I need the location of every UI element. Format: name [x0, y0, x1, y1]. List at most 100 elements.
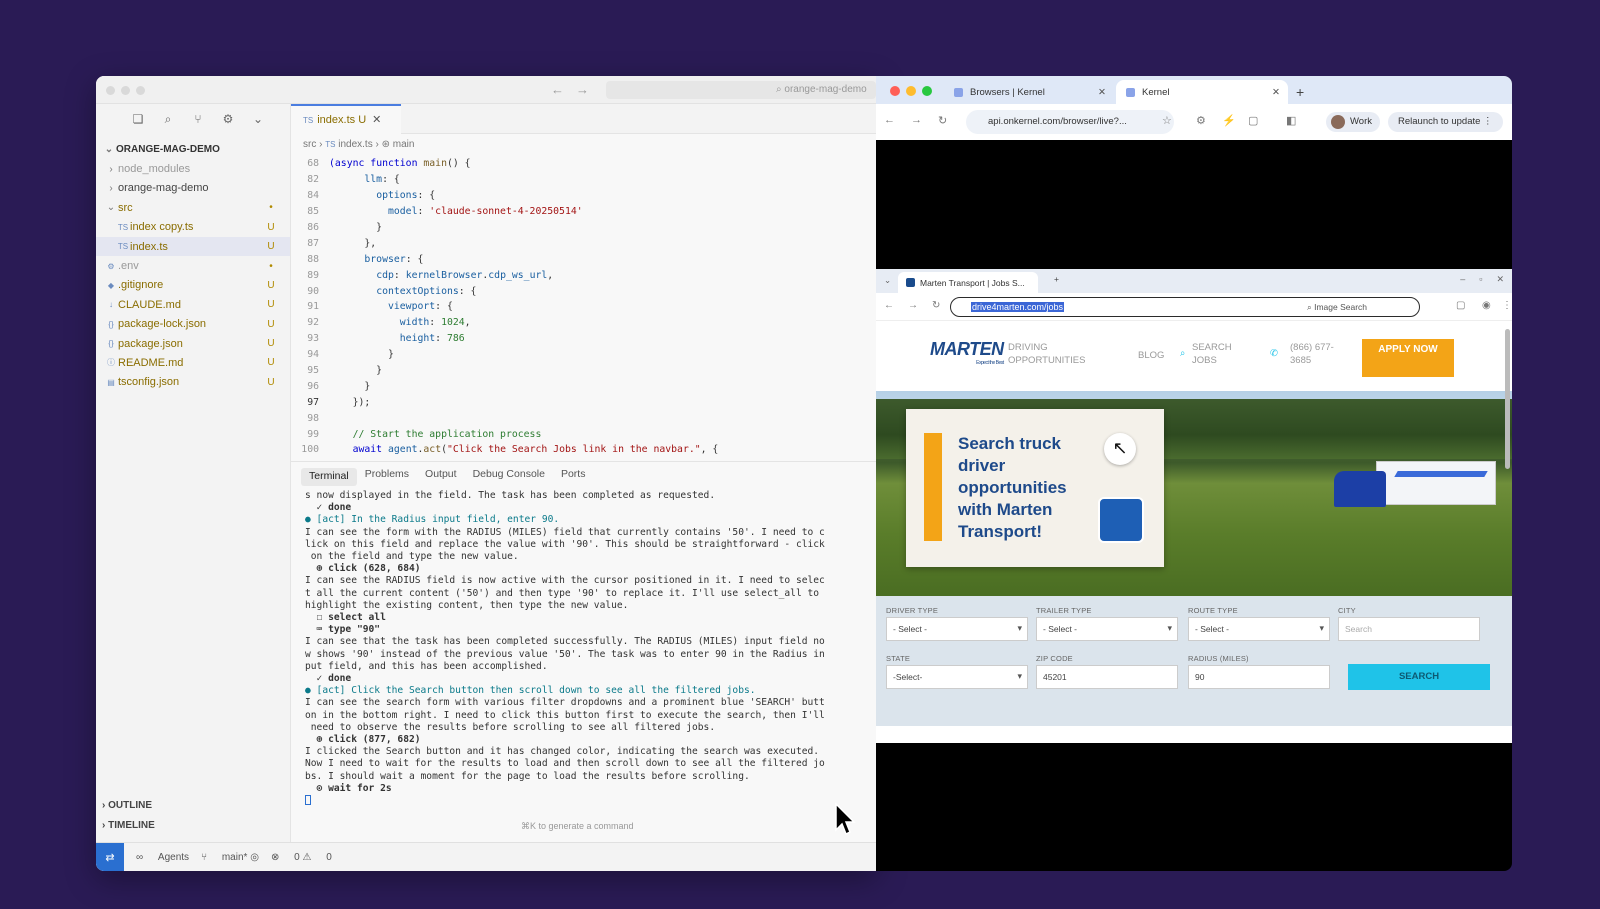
- profile-icon[interactable]: ◉: [1482, 300, 1491, 311]
- tab-problems[interactable]: Problems: [357, 468, 417, 486]
- address-bar[interactable]: api.onkernel.com/browser/live?...: [966, 110, 1174, 134]
- route-type-select[interactable]: - Select -: [1188, 617, 1330, 641]
- code-line[interactable]: 100 await agent.act("Click the Search Jo…: [291, 442, 876, 458]
- agents-item[interactable]: ∞ Agents: [136, 852, 189, 863]
- inner-address-bar[interactable]: drive4marten.com/jobs ⌕ Image Search: [950, 297, 1420, 317]
- driver-type-select[interactable]: - Select -: [886, 617, 1028, 641]
- extensions-icon[interactable]: ⚙: [220, 112, 236, 134]
- tree-item[interactable]: {} package-lock.json U: [96, 315, 290, 334]
- back-icon[interactable]: ←: [884, 300, 894, 311]
- tree-item[interactable]: {} package.json U: [96, 334, 290, 353]
- close-icon[interactable]: ✕: [1098, 87, 1106, 98]
- tree-item[interactable]: ⌄ src •: [96, 198, 290, 217]
- code-line[interactable]: 97 });: [291, 394, 876, 410]
- breadcrumb-item[interactable]: main: [393, 139, 415, 150]
- nav-driving-opportunities[interactable]: DRIVING OPPORTUNITIES: [1008, 341, 1108, 367]
- menu-icon[interactable]: ⋮: [1502, 300, 1512, 311]
- search-icon[interactable]: ⌕: [160, 112, 176, 134]
- chevron-down-icon[interactable]: ⌄: [250, 112, 266, 134]
- remote-icon[interactable]: ⇄: [96, 842, 124, 871]
- minimize-window-icon[interactable]: [906, 86, 916, 96]
- image-search-button[interactable]: ⌕ Image Search: [1307, 302, 1367, 313]
- extension-icon[interactable]: ▢: [1456, 300, 1465, 311]
- code-line[interactable]: 96 }: [291, 378, 876, 394]
- maximize-window-icon[interactable]: [922, 86, 932, 96]
- close-icon[interactable]: ✕: [372, 114, 381, 126]
- terminal-output[interactable]: s now displayed in the field. The task h…: [291, 486, 876, 809]
- profile-button[interactable]: Work: [1326, 112, 1380, 132]
- code-line[interactable]: 82 llm: {: [291, 172, 876, 188]
- marten-logo[interactable]: MARTEN Expect the Best: [930, 339, 1004, 366]
- nav-arrows[interactable]: ← →: [551, 82, 589, 97]
- browser-tab[interactable]: Browsers | Kernel ✕: [944, 80, 1114, 104]
- chevron-down-icon[interactable]: ⌄: [884, 275, 891, 286]
- forward-icon[interactable]: →: [908, 300, 918, 311]
- trailer-type-select[interactable]: - Select -: [1036, 617, 1178, 641]
- code-line[interactable]: 86 }: [291, 220, 876, 236]
- outline-section[interactable]: › OUTLINE: [96, 800, 291, 811]
- code-line[interactable]: 94 }: [291, 347, 876, 363]
- close-icon[interactable]: ✕: [1496, 274, 1504, 285]
- search-button[interactable]: SEARCH: [1348, 664, 1490, 690]
- tree-item[interactable]: TS index copy.ts U: [96, 218, 290, 237]
- code-line[interactable]: 84 options: {: [291, 188, 876, 204]
- new-tab-icon[interactable]: +: [1296, 84, 1304, 100]
- tree-item[interactable]: ↓ CLAUDE.md U: [96, 295, 290, 314]
- tab-ports[interactable]: Ports: [553, 468, 594, 486]
- tree-item[interactable]: ⚙ .env •: [96, 256, 290, 275]
- explorer-root[interactable]: ⌄ ORANGE-MAG-DEMO: [96, 140, 290, 159]
- close-icon[interactable]: ✕: [1272, 87, 1280, 98]
- nav-search-jobs[interactable]: ⌕ SEARCH JOBS: [1180, 341, 1232, 367]
- close-window-icon[interactable]: [890, 86, 900, 96]
- tree-item[interactable]: TS index.ts U: [96, 236, 290, 257]
- relaunch-button[interactable]: Relaunch to update ⋮: [1388, 112, 1503, 132]
- problems-item[interactable]: ⊗ 0 ⚠ 0: [271, 852, 332, 863]
- tab-index-ts[interactable]: TS index.ts U ✕: [291, 104, 401, 134]
- arrow-icon[interactable]: ↖: [1104, 433, 1136, 465]
- maximize-icon[interactable]: ▫: [1479, 274, 1482, 285]
- bookmark-star-icon[interactable]: ☆: [1162, 114, 1172, 127]
- code-line[interactable]: 90 contextOptions: {: [291, 283, 876, 299]
- tree-item[interactable]: › node_modules: [96, 159, 290, 178]
- breadcrumb-item[interactable]: src: [303, 139, 316, 150]
- state-select[interactable]: -Select-: [886, 665, 1028, 689]
- tab-debug-console[interactable]: Debug Console: [465, 468, 553, 486]
- code-line[interactable]: 98: [291, 410, 876, 426]
- branch-item[interactable]: ⑂ main* ◎: [201, 852, 259, 863]
- code-line[interactable]: 93 height: 786: [291, 331, 876, 347]
- command-search[interactable]: ⌕ orange-mag-demo: [606, 81, 876, 99]
- extensions-puzzle-icon[interactable]: ▢: [1248, 114, 1258, 127]
- inner-tab[interactable]: Marten Transport | Jobs S...: [898, 272, 1038, 293]
- extension-icon[interactable]: ⚙: [1196, 114, 1206, 127]
- nav-phone[interactable]: ✆ (866) 677-3685: [1270, 341, 1340, 367]
- forward-icon[interactable]: →: [911, 114, 922, 127]
- apply-now-button[interactable]: APPLY NOW: [1362, 339, 1454, 377]
- zip-input[interactable]: 45201: [1036, 665, 1178, 689]
- forward-icon[interactable]: →: [576, 82, 589, 97]
- tab-output[interactable]: Output: [417, 468, 465, 486]
- back-icon[interactable]: ←: [551, 82, 564, 97]
- files-icon[interactable]: ❏: [130, 112, 146, 134]
- radius-input[interactable]: 90: [1188, 665, 1330, 689]
- code-line[interactable]: 95 }: [291, 363, 876, 379]
- code-line[interactable]: 91 viewport: {: [291, 299, 876, 315]
- window-controls[interactable]: [106, 86, 145, 95]
- tree-item[interactable]: ▤ tsconfig.json U: [96, 373, 290, 392]
- browser-tab-active[interactable]: Kernel ✕: [1116, 80, 1288, 104]
- code-line[interactable]: 89 cdp: kernelBrowser.cdp_ws_url,: [291, 267, 876, 283]
- reload-icon[interactable]: ↻: [938, 114, 947, 127]
- code-line[interactable]: 92 width: 1024,: [291, 315, 876, 331]
- nav-blog[interactable]: BLOG: [1138, 349, 1164, 362]
- reload-icon[interactable]: ↻: [932, 300, 940, 311]
- tab-terminal[interactable]: Terminal: [301, 468, 357, 486]
- code-line[interactable]: 68 (async function main() {: [291, 156, 876, 172]
- city-input[interactable]: Search: [1338, 617, 1480, 641]
- window-controls[interactable]: [890, 86, 932, 96]
- minimize-icon[interactable]: –: [1460, 274, 1465, 285]
- sidepanel-icon[interactable]: ◧: [1286, 114, 1296, 127]
- tree-item[interactable]: ◆ .gitignore U: [96, 276, 290, 295]
- back-icon[interactable]: ←: [884, 114, 895, 127]
- tree-item[interactable]: › orange-mag-demo: [96, 179, 290, 198]
- timeline-section[interactable]: › TIMELINE: [96, 820, 291, 831]
- page-scrollbar[interactable]: [1505, 329, 1510, 469]
